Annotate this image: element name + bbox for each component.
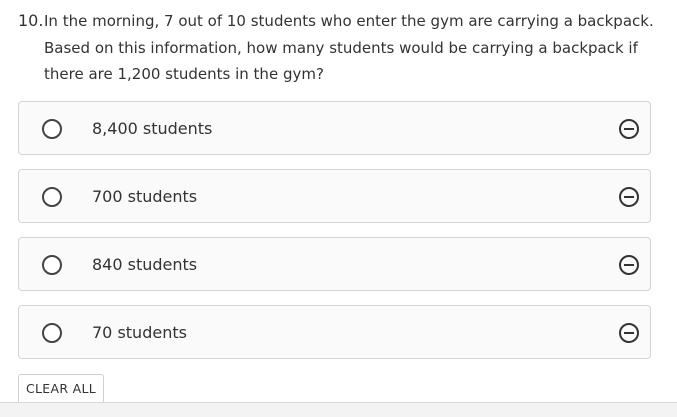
radio-button-icon[interactable]: [42, 255, 62, 275]
question-text: In the morning, 7 out of 10 students who…: [44, 12, 654, 83]
eliminate-choice-icon[interactable]: [619, 119, 639, 139]
answer-choice-c[interactable]: 840 students: [18, 237, 651, 291]
answer-choice-label: 70 students: [92, 323, 187, 342]
answer-choice-label: 840 students: [92, 255, 198, 274]
answer-choice-b[interactable]: 700 students: [18, 169, 651, 223]
eliminate-choice-icon[interactable]: [619, 187, 639, 207]
footer-band: [0, 403, 677, 417]
answer-choice-label: 8,400 students: [92, 119, 213, 138]
clear-all-button[interactable]: CLEAR ALL: [18, 374, 104, 404]
radio-button-icon[interactable]: [42, 119, 62, 139]
answer-choice-label: 700 students: [92, 187, 198, 206]
eliminate-choice-icon[interactable]: [619, 255, 639, 275]
radio-button-icon[interactable]: [42, 323, 62, 343]
answer-choice-d[interactable]: 70 students: [18, 305, 651, 359]
eliminate-choice-icon[interactable]: [619, 323, 639, 343]
question-block: 10. In the morning, 7 out of 10 students…: [18, 8, 668, 88]
answer-choice-a[interactable]: 8,400 students: [18, 101, 651, 155]
radio-button-icon[interactable]: [42, 187, 62, 207]
question-number: 10.: [18, 11, 44, 30]
